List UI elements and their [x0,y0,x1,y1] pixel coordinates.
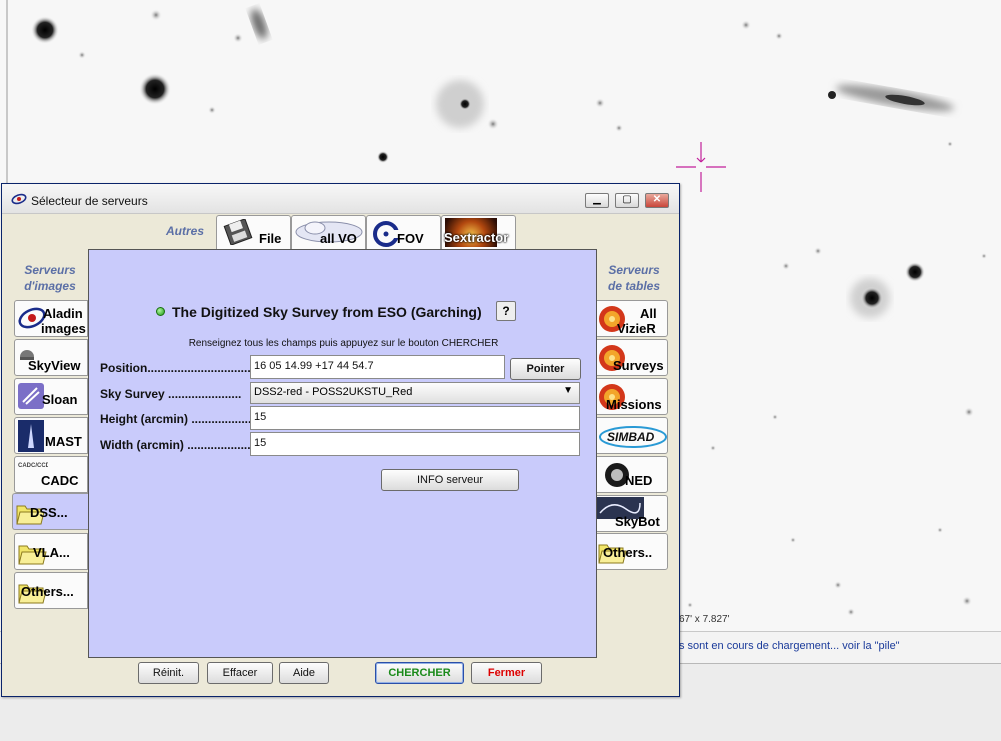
tab-file-label: File [259,231,282,246]
server-skybot-label: SkyBot [615,514,660,529]
table-servers-heading-line1: Serveurs [608,263,660,277]
tab-fov-label: FOV [397,231,424,246]
server-cadc-label: CADC [41,473,79,488]
server-skyview[interactable]: SkyView [14,339,88,376]
width-label: Width (arcmin) ...................... [100,438,261,452]
server-surveys-label: Surveys [613,358,664,373]
help-bottom-button[interactable]: Aide [279,662,329,684]
survey-title: The Digitized Sky Survey from ESO (Garch… [172,304,482,320]
server-dss-label: DSS... [30,505,68,520]
dialog-title: Sélecteur de serveurs [31,194,148,208]
server-others-images-label: Others... [21,584,74,599]
maximize-button[interactable]: ▢ [615,193,639,208]
server-cadc[interactable]: CADC/CCDA CADC [14,456,88,493]
height-label: Height (arcmin) .................... [100,412,259,426]
width-input[interactable]: 15 [250,432,580,456]
other-tabs-label: Autres [166,224,205,238]
position-input[interactable]: 16 05 14.99 +17 44 54.7 [250,355,505,379]
server-aladin-images[interactable]: Aladin images [14,300,88,337]
server-others-tables[interactable]: Others.. [594,533,668,570]
tab-all-vo[interactable]: all VO [291,215,366,249]
server-missions-label: Missions [606,397,662,412]
server-all-vizier[interactable]: All VizieR [594,300,668,337]
server-form-panel: The Digitized Sky Survey from ESO (Garch… [88,249,597,658]
server-all-vizier-line1: All [640,306,657,321]
server-simbad-label: SIMBAD [607,430,655,444]
info-server-button[interactable]: INFO serveur [381,469,519,491]
fov-readout: 67' x 7.827' [679,614,730,625]
server-missions[interactable]: Missions [594,378,668,415]
search-button[interactable]: CHERCHER [375,662,464,684]
floppy-icon [223,219,253,245]
server-mast-label: MAST [45,434,82,449]
sky-survey-label: Sky Survey ...................... [100,387,242,401]
server-ned[interactable]: NED [594,456,668,493]
title-bar[interactable]: Sélecteur de serveurs ▁ ▢ ✕ [2,184,679,214]
position-label: Position................................… [100,361,271,375]
tab-sextractor-label: Sextractor [444,230,509,245]
aladin-logo-icon [11,193,27,205]
close-button[interactable]: Fermer [471,662,542,684]
reticle-icon [676,142,726,192]
server-all-vizier-line2: VizieR [617,321,656,336]
table-servers-heading: Serveurs de tables [599,262,669,294]
server-surveys[interactable]: Surveys [594,339,668,376]
server-vla[interactable]: VLA... [14,533,88,570]
image-servers-heading-line1: Serveurs [24,263,76,277]
tab-sextractor[interactable]: Sextractor [441,215,516,249]
server-vla-label: VLA... [33,545,70,560]
tab-file[interactable]: File [216,215,291,249]
status-message: s sont en cours de chargement... voir la… [679,640,900,652]
server-aladin-line1: Aladin [43,306,83,321]
server-skyview-label: SkyView [28,358,81,373]
clear-button[interactable]: Effacer [207,662,273,684]
simbad-logo-icon: SIMBAD [599,426,667,448]
sky-survey-select[interactable]: DSS2-red - POSS2UKSTU_Red ▼ [250,382,580,404]
server-simbad[interactable]: SIMBAD [594,417,668,454]
tab-all-vo-label: all VO [320,231,357,246]
status-dot-icon [156,307,165,316]
close-window-button[interactable]: ✕ [645,193,669,208]
height-input[interactable]: 15 [250,406,580,430]
pointer-button[interactable]: Pointer [510,358,581,380]
tab-fov[interactable]: FOV [366,215,441,249]
server-sloan-label: Sloan [42,392,78,407]
server-ned-label: NED [625,473,653,488]
sky-survey-value: DSS2-red - POSS2UKSTU_Red [254,386,413,398]
fov-logo-icon [373,221,399,247]
image-servers-heading: Serveurs d'images [15,262,85,294]
image-servers-heading-line2: d'images [24,279,76,293]
table-servers-heading-line2: de tables [607,279,661,293]
server-skybot[interactable]: SkyBot [594,495,668,532]
help-button[interactable]: ? [496,301,516,321]
reset-button[interactable]: Réinit. [138,662,199,684]
svg-text:CADC/CCDA: CADC/CCDA [18,463,48,469]
server-others-tables-label: Others.. [603,545,653,560]
mast-logo-icon [18,420,44,452]
minimize-button[interactable]: ▁ [585,193,609,208]
server-others-images[interactable]: Others... [14,572,88,609]
dropdown-arrow-icon: ▼ [563,385,573,396]
server-mast[interactable]: MAST [14,417,88,454]
server-aladin-line2: images [41,321,86,336]
server-sloan[interactable]: Sloan [14,378,88,415]
server-selector-dialog: Sélecteur de serveurs ▁ ▢ ✕ Autres File … [1,183,680,697]
instructions-text: Renseignez tous les champs puis appuyez … [188,338,499,349]
cadc-logo-icon: CADC/CCDA [18,463,48,469]
server-dss[interactable]: DSS... [12,493,88,530]
